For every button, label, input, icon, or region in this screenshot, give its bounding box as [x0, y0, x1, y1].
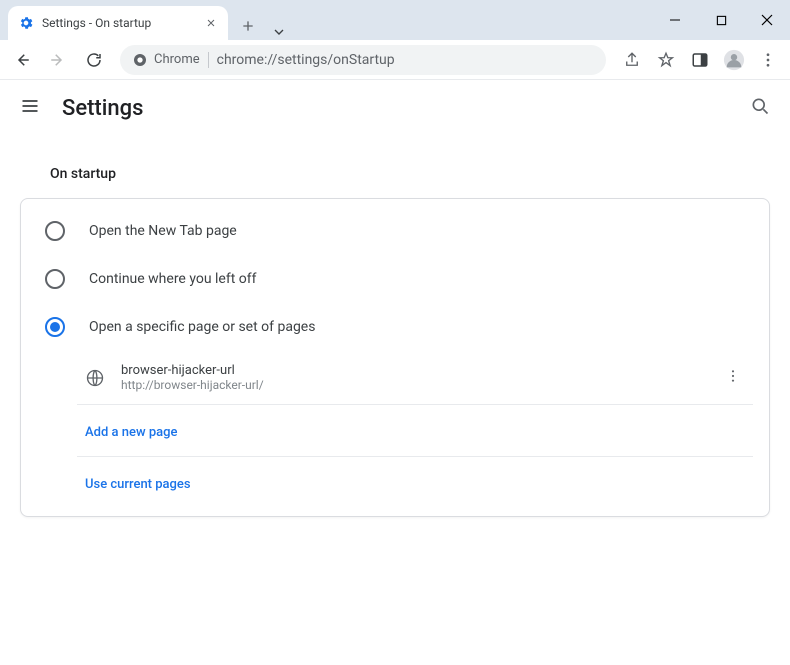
radio-icon [45, 221, 65, 241]
use-current-link[interactable]: Use current pages [85, 477, 191, 492]
reload-button[interactable] [78, 44, 110, 76]
page-title: Settings [62, 96, 728, 121]
menu-button[interactable] [752, 44, 784, 76]
window-titlebar: Settings - On startup [0, 0, 790, 40]
radio-label: Open the New Tab page [89, 223, 237, 239]
browser-tab[interactable]: Settings - On startup [8, 6, 228, 40]
browser-toolbar: Chrome chrome://settings/onStartup [0, 40, 790, 80]
profile-button[interactable] [718, 44, 750, 76]
minimize-button[interactable] [652, 0, 698, 40]
startup-card: Open the New Tab page Continue where you… [20, 198, 770, 517]
site-chip[interactable]: Chrome [132, 52, 200, 68]
settings-header: Settings [0, 80, 790, 136]
side-panel-button[interactable] [684, 44, 716, 76]
content-area: On startup Open the New Tab page Continu… [0, 166, 790, 537]
new-tab-button[interactable] [234, 12, 262, 40]
hamburger-menu-button[interactable] [20, 96, 40, 120]
radio-new-tab[interactable]: Open the New Tab page [21, 207, 769, 255]
page-url: http://browser-hijacker-url/ [121, 378, 705, 392]
startup-page-row: browser-hijacker-url http://browser-hija… [77, 351, 753, 405]
startup-pages-list: browser-hijacker-url http://browser-hija… [77, 351, 753, 508]
use-current-row: Use current pages [77, 457, 753, 508]
forward-button[interactable] [42, 44, 74, 76]
add-page-row: Add a new page [77, 405, 753, 457]
share-button[interactable] [616, 44, 648, 76]
search-button[interactable] [750, 96, 770, 120]
page-name: browser-hijacker-url [121, 363, 705, 378]
address-bar[interactable]: Chrome chrome://settings/onStartup [120, 45, 606, 75]
section-label: On startup [50, 166, 770, 182]
radio-label: Continue where you left off [89, 271, 257, 287]
back-button[interactable] [6, 44, 38, 76]
radio-continue[interactable]: Continue where you left off [21, 255, 769, 303]
radio-icon [45, 269, 65, 289]
add-page-link[interactable]: Add a new page [85, 425, 177, 440]
close-tab-button[interactable] [204, 16, 218, 30]
site-label: Chrome [154, 52, 200, 67]
close-window-button[interactable] [744, 0, 790, 40]
radio-icon [45, 317, 65, 337]
maximize-button[interactable] [698, 0, 744, 40]
tab-search-button[interactable] [262, 24, 296, 40]
window-controls [652, 0, 790, 40]
chrome-icon [132, 52, 148, 68]
omnibox-divider [208, 52, 209, 68]
page-actions-button[interactable] [721, 368, 745, 388]
radio-label: Open a specific page or set of pages [89, 319, 315, 335]
radio-specific-pages[interactable]: Open a specific page or set of pages [21, 303, 769, 351]
globe-icon [85, 368, 105, 388]
gear-icon [18, 15, 34, 31]
url-text: chrome://settings/onStartup [217, 52, 395, 68]
bookmark-button[interactable] [650, 44, 682, 76]
tab-title: Settings - On startup [42, 16, 196, 30]
